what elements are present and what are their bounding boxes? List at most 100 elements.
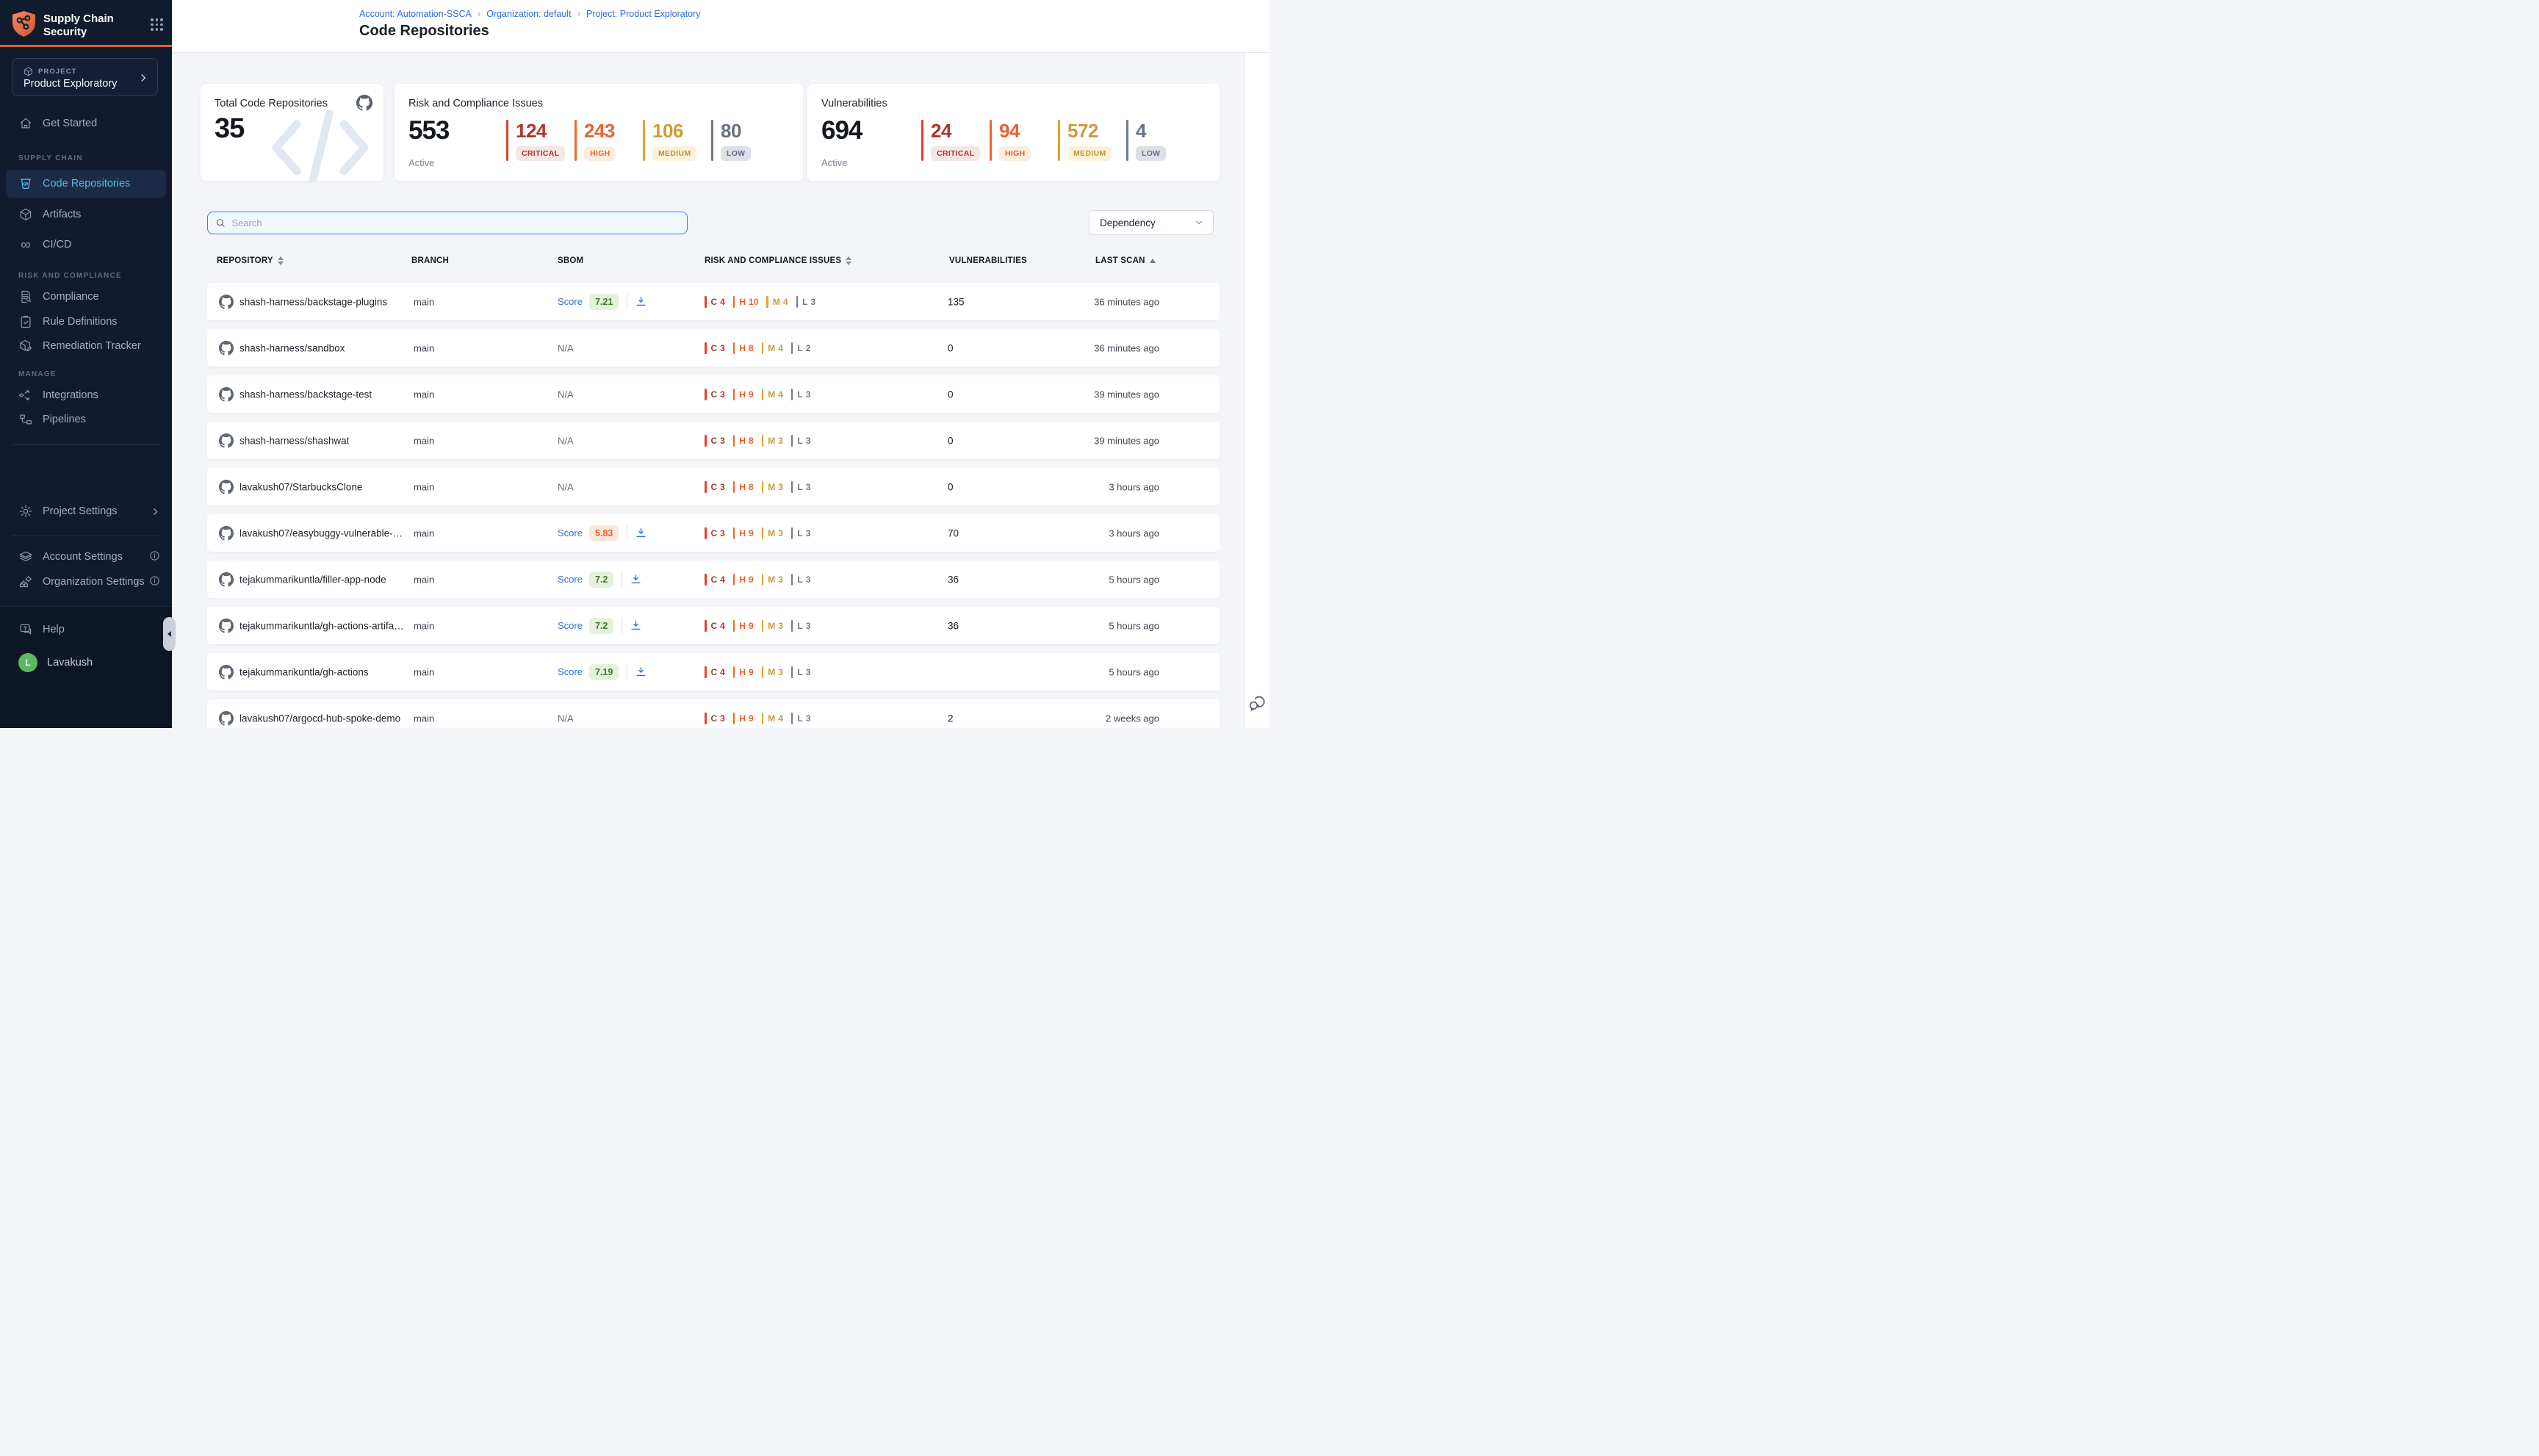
app-switcher-icon[interactable] (151, 18, 163, 31)
vulnerability-count: 0 (948, 389, 954, 400)
repo-name[interactable]: shash-harness/backstage-plugins (240, 296, 387, 307)
table-row[interactable]: tejakummarikuntla/gh-actions-artifacts m… (207, 607, 1220, 644)
sbom-cell: 7.2 Score 7.2 (558, 572, 642, 588)
section-supply-chain: SUPPLY CHAIN (18, 154, 83, 162)
low-chip: L3 (791, 389, 811, 400)
column-header-branch[interactable]: BRANCH (411, 256, 449, 265)
sbom-cell: N/A Score N/A (558, 342, 574, 353)
info-icon[interactable] (149, 550, 160, 564)
sbom-score-link[interactable]: Score (558, 620, 583, 631)
column-header-repository[interactable]: REPOSITORY (217, 256, 284, 265)
avatar: L (18, 653, 37, 672)
info-icon[interactable] (149, 575, 160, 589)
search-input[interactable] (231, 217, 680, 228)
sidebar-collapse-handle[interactable] (163, 617, 176, 651)
help-button[interactable]: Help (0, 616, 172, 643)
project-selector[interactable]: PROJECT Product Exploratory (12, 58, 158, 96)
column-header-risk[interactable]: RISK AND COMPLIANCE ISSUES (705, 256, 851, 265)
home-icon (18, 116, 33, 131)
table-row[interactable]: shash-harness/sandbox main N/A Score N/A… (207, 329, 1220, 367)
download-sbom-button[interactable] (630, 619, 642, 632)
vulnerability-count: 70 (948, 527, 959, 538)
sidebar-item-account-settings[interactable]: Account Settings (0, 544, 172, 570)
vulnerability-count: 0 (948, 435, 954, 446)
breadcrumb: Account: Automation-SSCA › Organization:… (359, 8, 701, 19)
sidebar-item-project-settings[interactable]: Project Settings (0, 498, 172, 525)
medium-chip: M4 (766, 296, 788, 308)
table-row[interactable]: shash-harness/backstage-plugins main 7.2… (207, 283, 1220, 320)
branch-name: main (414, 342, 434, 353)
user-menu[interactable]: L Lavakush (0, 649, 172, 676)
risk-issue-chips: C3 H9 M4 L3 (705, 713, 810, 724)
chevron-down-icon (1194, 217, 1204, 228)
sidebar-item-integrations[interactable]: Integrations (0, 382, 172, 408)
critical-chip: C4 (705, 296, 725, 308)
table-row[interactable]: lavakush07/easybuggy-vulnerable-app... m… (207, 514, 1220, 552)
sidebar-item-remediation-tracker[interactable]: Remediation Tracker (0, 333, 172, 359)
chat-support-icon[interactable] (1247, 693, 1267, 713)
sbom-score-link[interactable]: Score (558, 666, 583, 677)
column-header-vulnerabilities[interactable]: VULNERABILITIES (949, 256, 1027, 265)
sbom-score-link[interactable]: Score (558, 527, 583, 538)
repo-name[interactable]: shash-harness/shashwat (240, 435, 349, 446)
high-chip: H9 (733, 666, 754, 678)
table-row[interactable]: shash-harness/backstage-test main N/A Sc… (207, 375, 1220, 413)
sbom-na-value: N/A (558, 481, 574, 492)
high-chip: H10 (733, 296, 759, 308)
github-icon (219, 572, 234, 587)
repo-name[interactable]: shash-harness/backstage-test (240, 389, 372, 400)
download-sbom-button[interactable] (635, 295, 647, 308)
branch-name: main (414, 389, 434, 400)
chevron-right-icon (151, 507, 160, 516)
breadcrumb-organization-link[interactable]: Organization: default (486, 9, 571, 19)
risk-total-value: 553 (408, 116, 449, 145)
breadcrumb-project-link[interactable]: Project: Product Exploratory (586, 9, 701, 19)
repo-name[interactable]: tejakummarikuntla/gh-actions (240, 666, 369, 677)
last-scan-time: 3 hours ago (1109, 481, 1159, 492)
repo-name[interactable]: lavakush07/StarbucksClone (240, 481, 362, 492)
sidebar-item-get-started[interactable]: Get Started (0, 110, 172, 137)
sidebar-item-organization-settings[interactable]: Organization Settings (0, 569, 172, 595)
breadcrumb-account-link[interactable]: Account: Automation-SSCA (359, 9, 472, 19)
column-header-last-scan[interactable]: LAST SCAN (1095, 256, 1156, 265)
severity-badge: LOW (1136, 146, 1166, 161)
repo-name[interactable]: tejakummarikuntla/filler-app-node (240, 574, 386, 585)
column-header-sbom[interactable]: SBOM (558, 256, 583, 265)
repo-name[interactable]: shash-harness/sandbox (240, 342, 345, 353)
branch-name: main (414, 574, 434, 585)
github-icon (219, 295, 234, 309)
low-chip: L2 (791, 342, 811, 354)
sidebar-item-pipelines[interactable]: Pipelines (0, 406, 172, 433)
sidebar-item-rule-definitions[interactable]: Rule Definitions (0, 309, 172, 335)
sbom-score-link[interactable]: Score (558, 574, 583, 585)
table-row[interactable]: tejakummarikuntla/filler-app-node main 7… (207, 561, 1220, 598)
high-chip: H8 (733, 435, 754, 447)
sbom-score-link[interactable]: Score (558, 296, 583, 307)
download-sbom-button[interactable] (630, 573, 642, 585)
page-header: Account: Automation-SSCA › Organization:… (172, 0, 1270, 53)
sidebar-item-artifacts[interactable]: Artifacts (0, 201, 172, 228)
right-rail (1244, 53, 1270, 728)
repo-name[interactable]: lavakush07/easybuggy-vulnerable-app... (240, 527, 405, 538)
dependency-filter-select[interactable]: Dependency (1089, 210, 1214, 235)
last-scan-time: 5 hours ago (1109, 620, 1159, 631)
table-row[interactable]: tejakummarikuntla/gh-actions main 7.19 S… (207, 653, 1220, 691)
code-watermark-icon (262, 104, 379, 181)
sort-icon (278, 256, 284, 265)
sidebar-item-compliance[interactable]: Compliance (0, 284, 172, 310)
table-row[interactable]: lavakush07/StarbucksClone main N/A Score… (207, 468, 1220, 505)
download-sbom-button[interactable] (635, 527, 647, 539)
download-sbom-button[interactable] (635, 666, 647, 678)
risk-issue-chips: C3 H8 M3 L3 (705, 481, 810, 493)
repo-name[interactable]: lavakush07/argocd-hub-spoke-demo (240, 713, 400, 724)
table-row[interactable]: lavakush07/argocd-hub-spoke-demo main N/… (207, 699, 1220, 728)
repo-name[interactable]: tejakummarikuntla/gh-actions-artifacts (240, 620, 405, 631)
table-row[interactable]: shash-harness/shashwat main N/A Score N/… (207, 422, 1220, 459)
sidebar-item-cicd[interactable]: ∞ CI/CD (0, 231, 172, 258)
sidebar-item-code-repositories[interactable]: Code Repositories (6, 170, 166, 198)
total-repos-value: 35 (215, 113, 244, 145)
high-chip: H9 (733, 574, 754, 585)
brand-divider (0, 45, 172, 47)
medium-chip: M3 (762, 435, 783, 447)
github-icon (219, 665, 234, 680)
